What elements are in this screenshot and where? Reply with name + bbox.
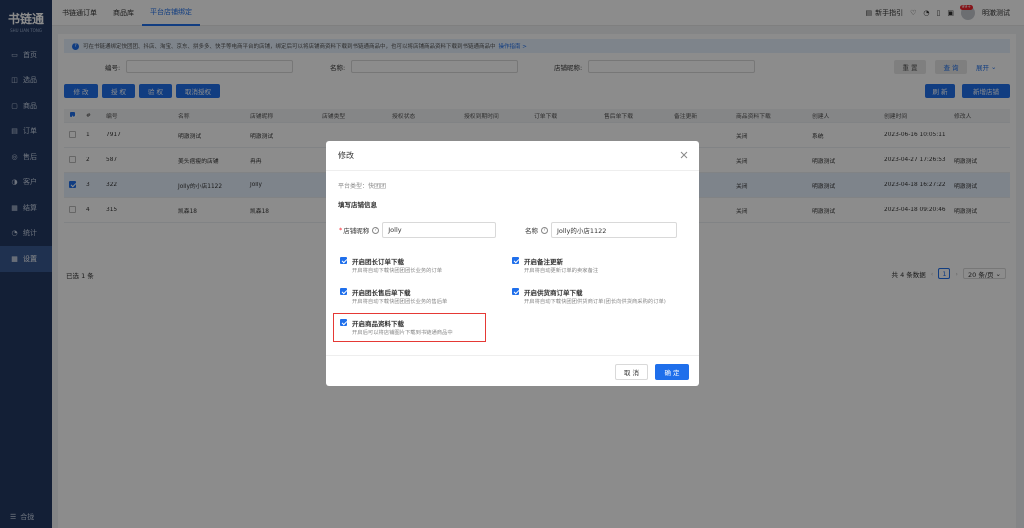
platform-type: 平台类型：快团团 (338, 183, 387, 190)
option-supplier-order[interactable]: 开启供货商订单下载开启将自动下载快团团供货商订单(团长向供货商采购的订单) (512, 287, 692, 306)
name-field-input[interactable]: Jolly的小店1122 (551, 222, 677, 238)
nick-field-label: 店铺昵称 (343, 227, 370, 235)
nick-field: * 店铺昵称 ? Jolly (339, 222, 497, 238)
option-desc: 开启将自动下载快团团团长业务的订单 (352, 268, 443, 274)
option-desc: 开启将自动下载快团团团长业务的售后单 (352, 299, 448, 305)
name-field: 名称 ? Jolly的小店1122 (525, 222, 677, 238)
cancel-button[interactable]: 取 消 (615, 364, 648, 380)
confirm-button[interactable]: 确 定 (655, 364, 689, 380)
modal-footer: 取 消 确 定 (326, 355, 699, 386)
option-leader-order[interactable]: 开启团长订单下载开启将自动下载快团团团长业务的订单 (340, 256, 492, 275)
edit-modal: 修改 平台类型：快团团 填写店铺信息 * 店铺昵称 ? Jolly 名称 ? J… (326, 141, 699, 386)
required-mark: * (339, 226, 343, 234)
name-field-label: 名称 (525, 227, 538, 235)
option-title: 开启团长订单下载 (352, 258, 404, 266)
highlight-box (333, 313, 486, 342)
option-desc: 开启将自动下载快团团供货商订单(团长向供货商采购的订单) (524, 299, 666, 305)
section-title: 填写店铺信息 (338, 201, 377, 209)
help-icon[interactable]: ? (372, 226, 380, 234)
close-icon[interactable] (679, 150, 689, 160)
option-title: 开启供货商订单下载 (524, 289, 583, 297)
option-title: 开启备注更新 (524, 258, 563, 266)
option-title: 开启团长售后单下载 (352, 289, 411, 297)
option-desc: 开启将自动更新订单的卖家备注 (524, 268, 599, 274)
nick-field-input[interactable]: Jolly (382, 222, 497, 238)
modal-title: 修改 (338, 151, 354, 160)
checkbox[interactable] (340, 288, 347, 295)
checkbox[interactable] (512, 288, 519, 295)
checkbox[interactable] (512, 257, 519, 264)
modal-body: 平台类型：快团团 填写店铺信息 (338, 181, 688, 209)
checkbox[interactable] (340, 257, 347, 264)
modal-header: 修改 (326, 141, 699, 171)
option-leader-aftersale[interactable]: 开启团长售后单下载开启将自动下载快团团团长业务的售后单 (340, 287, 502, 306)
help-icon[interactable]: ? (541, 226, 548, 234)
option-remark-update[interactable]: 开启备注更新开启将自动更新订单的卖家备注 (512, 256, 684, 275)
